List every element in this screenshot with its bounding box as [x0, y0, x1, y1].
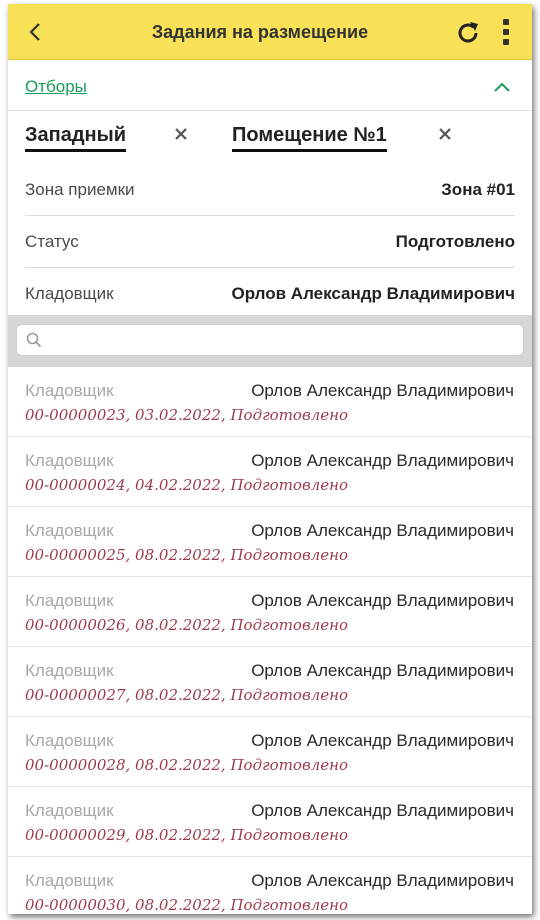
- item-details: 00-00000023, 03.02.2022, Подготовлено: [25, 406, 349, 424]
- filter-tag-warehouse[interactable]: Западный: [25, 124, 127, 152]
- item-label: Кладовщик: [25, 521, 114, 540]
- item-storekeeper: Орлов Александр Владимирович: [251, 801, 514, 820]
- item-label: Кладовщик: [25, 661, 114, 680]
- item-details: 00-00000024, 04.02.2022, Подготовлено: [25, 476, 349, 494]
- filter-row-value: Подготовлено: [395, 232, 515, 251]
- item-storekeeper: Орлов Александр Владимирович: [251, 521, 514, 540]
- page-title: Задания на размещение: [151, 22, 369, 42]
- item-storekeeper: Орлов Александр Владимирович: [251, 451, 514, 470]
- item-label: Кладовщик: [25, 451, 114, 470]
- more-vertical-icon: [503, 19, 509, 25]
- search-bar: [8, 315, 532, 367]
- filter-row-label: Зона приемки: [25, 180, 135, 199]
- filter-row-value: Зона #01: [441, 180, 515, 199]
- refresh-icon: [458, 22, 478, 43]
- list-item[interactable]: Кладовщик Орлов Александр Владимирович 0…: [8, 647, 532, 717]
- active-filter-tags: Западный Помещение №1: [8, 112, 532, 164]
- item-label: Кладовщик: [25, 591, 114, 610]
- search-input[interactable]: [49, 328, 509, 352]
- remove-filter-room-button[interactable]: [433, 122, 457, 146]
- close-icon: [175, 128, 187, 140]
- item-label: Кладовщик: [25, 871, 114, 890]
- chevron-up-icon: [494, 82, 510, 92]
- more-menu-button[interactable]: [494, 16, 518, 48]
- item-label: Кладовщик: [25, 801, 114, 820]
- filter-row-storekeeper[interactable]: Кладовщик Орлов Александр Владимирович: [25, 268, 515, 320]
- chevron-left-icon: [29, 23, 40, 41]
- remove-filter-warehouse-button[interactable]: [169, 122, 193, 146]
- list-item[interactable]: Кладовщик Орлов Александр Владимирович 0…: [8, 367, 532, 437]
- filter-tag-label: Помещение №1: [232, 124, 387, 152]
- item-label: Кладовщик: [25, 381, 114, 400]
- header-bar: Задания на размещение: [8, 4, 532, 60]
- item-details: 00-00000026, 08.02.2022, Подготовлено: [25, 616, 349, 634]
- close-icon: [439, 128, 451, 140]
- item-storekeeper: Орлов Александр Владимирович: [251, 731, 514, 750]
- item-details: 00-00000030, 08.02.2022, Подготовлено: [25, 896, 349, 914]
- list-item[interactable]: Кладовщик Орлов Александр Владимирович 0…: [8, 787, 532, 857]
- filter-tag-label: Западный: [25, 124, 127, 152]
- item-storekeeper: Орлов Александр Владимирович: [251, 871, 514, 890]
- search-icon: [26, 332, 42, 348]
- filter-row-status[interactable]: Статус Подготовлено: [25, 216, 515, 268]
- item-details: 00-00000025, 08.02.2022, Подготовлено: [25, 546, 349, 564]
- filters-section-header: Отборы: [8, 61, 532, 111]
- filter-row-label: Кладовщик: [25, 284, 114, 303]
- item-storekeeper: Орлов Александр Владимирович: [251, 591, 514, 610]
- item-storekeeper: Орлов Александр Владимирович: [251, 661, 514, 680]
- filter-tag-room[interactable]: Помещение №1: [232, 124, 387, 152]
- collapse-filters-button[interactable]: [490, 75, 514, 99]
- list-item[interactable]: Кладовщик Орлов Александр Владимирович 0…: [8, 717, 532, 787]
- list-item[interactable]: Кладовщик Орлов Александр Владимирович 0…: [8, 577, 532, 647]
- tasks-list: Кладовщик Орлов Александр Владимирович 0…: [8, 367, 532, 914]
- filter-row-value: Орлов Александр Владимирович: [231, 284, 515, 303]
- filter-row-label: Статус: [25, 232, 79, 251]
- item-details: 00-00000028, 08.02.2022, Подготовлено: [25, 756, 349, 774]
- filter-row-receiving-zone[interactable]: Зона приемки Зона #01: [25, 164, 515, 216]
- search-field[interactable]: [16, 324, 524, 356]
- item-details: 00-00000029, 08.02.2022, Подготовлено: [25, 826, 349, 844]
- item-storekeeper: Орлов Александр Владимирович: [251, 381, 514, 400]
- refresh-button[interactable]: [452, 17, 484, 49]
- app-screen: Задания на размещение Отборы Западный По…: [8, 4, 532, 914]
- item-label: Кладовщик: [25, 731, 114, 750]
- list-item[interactable]: Кладовщик Орлов Александр Владимирович 0…: [8, 437, 532, 507]
- filters-toggle-link[interactable]: Отборы: [25, 77, 87, 97]
- item-details: 00-00000027, 08.02.2022, Подготовлено: [25, 686, 349, 704]
- list-item[interactable]: Кладовщик Орлов Александр Владимирович 0…: [8, 507, 532, 577]
- back-button[interactable]: [20, 16, 52, 48]
- list-item[interactable]: Кладовщик Орлов Александр Владимирович 0…: [8, 857, 532, 914]
